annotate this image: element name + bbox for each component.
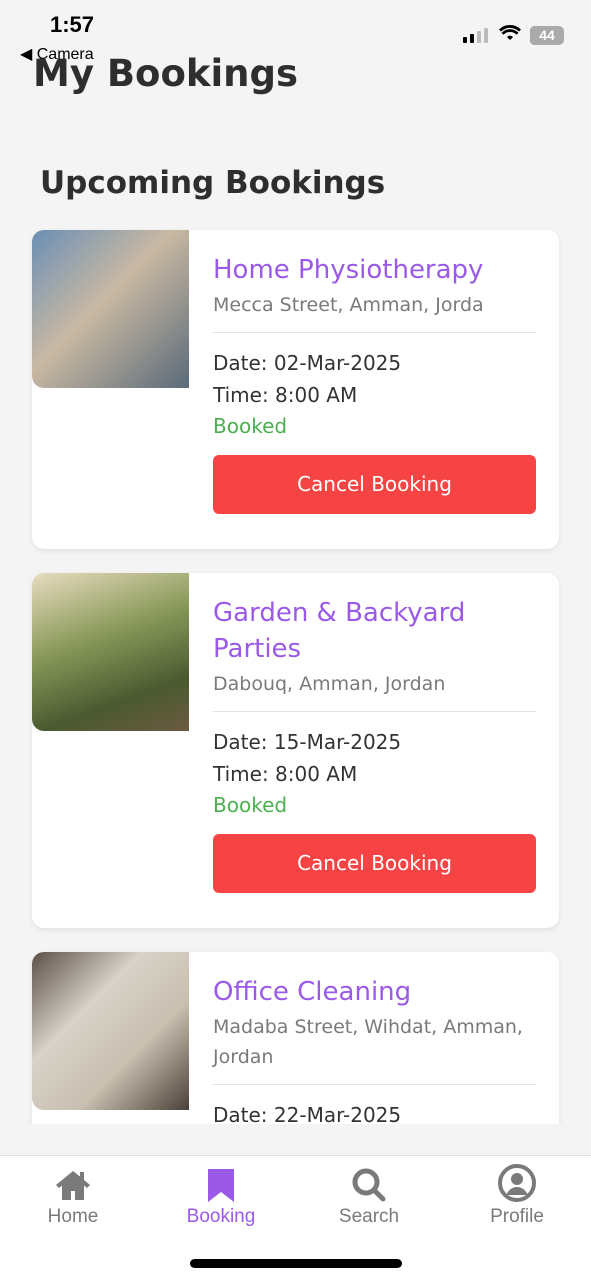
nav-search[interactable]: Search <box>309 1168 429 1228</box>
booking-time: Time: 8:00 AM <box>213 383 358 407</box>
booking-title: Garden & Backyard Parties <box>213 598 466 664</box>
booking-status: Booked <box>213 793 288 817</box>
booking-card[interactable]: Home Physiotherapy Mecca Street, Amman, … <box>32 230 559 549</box>
booking-status: Booked <box>213 414 288 438</box>
home-indicator[interactable] <box>190 1259 402 1268</box>
search-icon <box>352 1168 386 1202</box>
section-title: Upcoming Bookings <box>40 165 386 201</box>
booking-time: Time: 8:00 AM <box>213 762 358 786</box>
nav-label: Search <box>338 1206 400 1227</box>
home-icon <box>56 1171 90 1200</box>
bookings-scroll-area[interactable]: Upcoming Bookings Home Physiotherapy Mec… <box>0 110 591 1124</box>
nav-home[interactable]: Home <box>13 1168 133 1228</box>
bookmark-icon <box>208 1169 234 1202</box>
clock: 1:57 <box>50 12 95 37</box>
divider <box>213 332 536 333</box>
signal-icon <box>463 28 488 43</box>
divider <box>213 711 536 712</box>
cancel-booking-button[interactable]: Cancel Booking <box>213 834 536 893</box>
booking-image <box>32 952 189 1110</box>
booking-image <box>32 573 189 731</box>
booking-address: Mecca Street, Amman, Jorda <box>213 294 484 316</box>
cancel-booking-button[interactable]: Cancel Booking <box>213 455 536 514</box>
nav-label: Profile <box>490 1206 544 1227</box>
booking-card[interactable]: Garden & Backyard Parties Dabouq, Amman,… <box>32 573 559 928</box>
battery-icon: 44 <box>530 26 564 45</box>
nav-profile[interactable]: Profile <box>457 1164 577 1228</box>
page-title: My Bookings <box>33 52 298 95</box>
nav-label: Home <box>47 1206 99 1227</box>
nav-label: Booking <box>186 1206 256 1227</box>
booking-address: Dabouq, Amman, Jordan <box>213 673 446 695</box>
booking-title: Home Physiotherapy <box>213 255 484 285</box>
nav-booking[interactable]: Booking <box>161 1168 281 1228</box>
booking-date: Date: 02-Mar-2025 <box>213 351 402 375</box>
profile-icon <box>498 1164 536 1202</box>
booking-date: Date: 15-Mar-2025 <box>213 730 402 754</box>
booking-title: Office Cleaning <box>213 977 412 1007</box>
divider <box>213 1084 536 1085</box>
booking-date: Date: 22-Mar-2025 <box>213 1103 402 1124</box>
booking-address: Madaba Street, Wihdat, Amman, Jordan <box>213 1016 523 1068</box>
status-bar: 1:57 ◀ Camera 44 <box>0 0 591 63</box>
booking-card[interactable]: Office Cleaning Madaba Street, Wihdat, A… <box>32 952 559 1124</box>
booking-image <box>32 230 189 388</box>
wifi-icon <box>498 22 522 47</box>
